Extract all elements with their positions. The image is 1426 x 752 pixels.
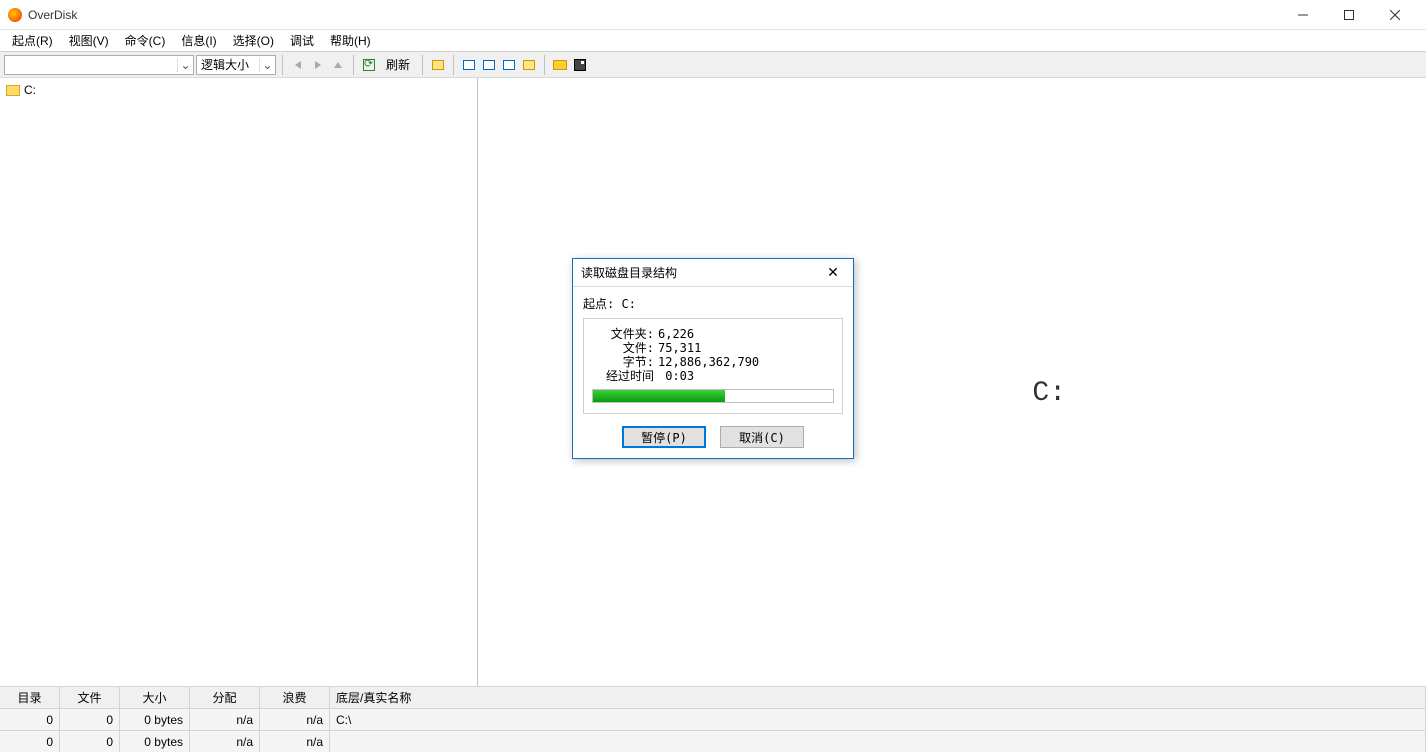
dialog-titlebar: 读取磁盘目录结构 ✕ — [573, 259, 853, 287]
option-icon — [432, 60, 444, 70]
cancel-button[interactable]: 取消(C) — [720, 426, 804, 448]
tree-root-label: C: — [24, 83, 36, 97]
refresh-icon-button[interactable] — [360, 56, 378, 74]
save-icon — [574, 59, 586, 71]
folder-icon — [6, 85, 20, 96]
cell-alloc: n/a — [190, 731, 260, 752]
close-icon — [1390, 10, 1400, 20]
window-controls — [1280, 0, 1418, 30]
layout-icon — [523, 60, 535, 70]
arrow-up-icon — [331, 58, 345, 72]
refresh-button[interactable]: 刷新 — [380, 56, 416, 74]
save-button[interactable] — [571, 56, 589, 74]
cell-size: 0 bytes — [120, 709, 190, 730]
dialog-body: 起点: C: 文件夹6,226 文件75,311 字节12,886,362,79… — [573, 287, 853, 458]
status-area: 目录 文件 大小 分配 浪费 底层/真实名称 0 0 0 bytes n/a n… — [0, 686, 1426, 752]
titlebar: OverDisk — [0, 0, 1426, 30]
layout-button-4[interactable] — [520, 56, 538, 74]
maximize-icon — [1344, 10, 1354, 20]
open-button[interactable] — [551, 56, 569, 74]
app-icon — [8, 8, 22, 22]
folder-open-icon — [553, 60, 567, 70]
maximize-button[interactable] — [1326, 0, 1372, 30]
menu-debug[interactable]: 调试 — [282, 30, 322, 51]
cell-dir: 0 — [0, 709, 60, 730]
status-header: 目录 文件 大小 分配 浪费 底层/真实名称 — [0, 686, 1426, 708]
nav-up-button[interactable] — [329, 56, 347, 74]
chevron-down-icon: ⌄ — [259, 58, 275, 72]
separator — [544, 55, 545, 75]
cell-waste: n/a — [260, 731, 330, 752]
cell-file: 0 — [60, 731, 120, 752]
cell-dir: 0 — [0, 731, 60, 752]
col-alloc[interactable]: 分配 — [190, 687, 260, 708]
cell-path: C:\ — [330, 709, 1426, 730]
close-button[interactable] — [1372, 0, 1418, 30]
menu-select[interactable]: 选择(O) — [225, 30, 282, 51]
cell-size: 0 bytes — [120, 731, 190, 752]
stat-folders: 文件夹6,226 — [592, 327, 834, 341]
cell-waste: n/a — [260, 709, 330, 730]
col-file[interactable]: 文件 — [60, 687, 120, 708]
minimize-button[interactable] — [1280, 0, 1326, 30]
menu-view[interactable]: 视图(V) — [61, 30, 117, 51]
dialog-buttons: 暂停(P) 取消(C) — [583, 426, 843, 448]
nav-forward-button[interactable] — [309, 56, 327, 74]
status-row: 0 0 0 bytes n/a n/a C:\ — [0, 708, 1426, 730]
scan-dialog: 读取磁盘目录结构 ✕ 起点: C: 文件夹6,226 文件75,311 字节12… — [572, 258, 854, 459]
tree-root-item[interactable]: C: — [6, 82, 471, 98]
stat-elapsed: 经过时间 0:03 — [592, 369, 834, 383]
size-mode-dropdown[interactable]: 逻辑大小 ⌄ — [196, 55, 276, 75]
menu-info[interactable]: 信息(I) — [173, 30, 224, 51]
option-button-1[interactable] — [429, 56, 447, 74]
col-dir[interactable]: 目录 — [0, 687, 60, 708]
status-row: 0 0 0 bytes n/a n/a — [0, 730, 1426, 752]
stats-box: 文件夹6,226 文件75,311 字节12,886,362,790 经过时间 … — [583, 318, 843, 414]
col-waste[interactable]: 浪费 — [260, 687, 330, 708]
minimize-icon — [1298, 10, 1308, 20]
pause-button[interactable]: 暂停(P) — [622, 426, 706, 448]
layout-icon — [463, 60, 475, 70]
stat-files: 文件75,311 — [592, 341, 834, 355]
col-path[interactable]: 底层/真实名称 — [330, 687, 1426, 708]
window-title: OverDisk — [28, 8, 1280, 22]
menu-origin[interactable]: 起点(R) — [4, 30, 61, 51]
separator — [282, 55, 283, 75]
dialog-title: 读取磁盘目录结构 — [581, 264, 821, 281]
chevron-down-icon: ⌄ — [177, 58, 193, 72]
menubar: 起点(R) 视图(V) 命令(C) 信息(I) 选择(O) 调试 帮助(H) — [0, 30, 1426, 52]
col-size[interactable]: 大小 — [120, 687, 190, 708]
path-dropdown[interactable]: ⌄ — [4, 55, 194, 75]
progress-fill — [593, 390, 725, 402]
separator — [453, 55, 454, 75]
arrow-left-icon — [291, 58, 305, 72]
nav-back-button[interactable] — [289, 56, 307, 74]
dialog-origin: 起点: C: — [583, 295, 843, 312]
refresh-icon — [363, 59, 375, 71]
cell-file: 0 — [60, 709, 120, 730]
dialog-close-button[interactable]: ✕ — [821, 263, 845, 283]
menu-command[interactable]: 命令(C) — [117, 30, 174, 51]
separator — [353, 55, 354, 75]
tree-pane[interactable]: C: — [0, 78, 478, 704]
cell-path — [330, 731, 1426, 752]
drive-label: C: — [1032, 378, 1066, 409]
cell-alloc: n/a — [190, 709, 260, 730]
separator — [422, 55, 423, 75]
arrow-right-icon — [311, 58, 325, 72]
stat-bytes: 字节12,886,362,790 — [592, 355, 834, 369]
layout-button-1[interactable] — [460, 56, 478, 74]
layout-icon — [483, 60, 495, 70]
menu-help[interactable]: 帮助(H) — [322, 30, 379, 51]
layout-button-3[interactable] — [500, 56, 518, 74]
size-mode-label: 逻辑大小 — [201, 56, 259, 73]
progress-bar — [592, 389, 834, 403]
layout-button-2[interactable] — [480, 56, 498, 74]
toolbar: ⌄ 逻辑大小 ⌄ 刷新 — [0, 52, 1426, 78]
layout-icon — [503, 60, 515, 70]
